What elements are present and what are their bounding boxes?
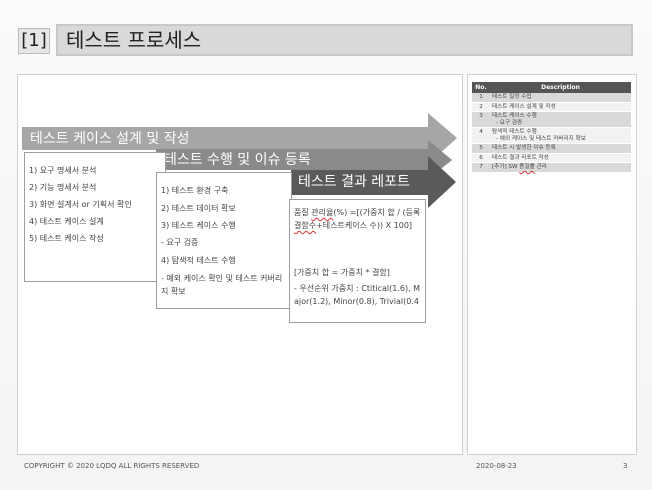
table-row: 3 테스트 케이스 수행 - 요구 검증 — [472, 111, 631, 128]
quality-formula: 품질 관리율(%) =[(가중치 합 / (등록 결함수+테스트케이스 수)) … — [294, 208, 421, 230]
table-header-row: No. Description — [472, 82, 631, 93]
list-item: 2) 기능 명세서 분석 — [29, 183, 97, 192]
list-item: - 요구 검증 — [161, 238, 199, 247]
execution-steps-box: 1) 테스트 환경 구축 2) 테스트 데이터 확보 3) 테스트 케이스 수행… — [156, 172, 292, 309]
table-row: 2 테스트 케이스 설계 및 작성 — [472, 102, 631, 112]
list-item: 2) 테스트 데이터 확보 — [161, 204, 236, 213]
page-number: 3 — [623, 462, 628, 470]
list-item: 3) 테스트 케이스 수행 — [161, 221, 236, 230]
table-row: 1 테스트 일정 수립 — [472, 93, 631, 103]
weight-formula: [가중치 합 = 가중치 * 결함] — [294, 268, 390, 277]
description-table: No. Description 1 테스트 일정 수립 2 테스트 케이스 설계… — [472, 82, 631, 173]
list-item: 4) 테스트 케이스 설계 — [29, 217, 104, 226]
arrow-2-label: 테스트 수행 및 이슈 등록 — [164, 152, 311, 168]
list-item: 3) 화면 설계서 or 기획서 확인 — [29, 200, 132, 209]
column-header-description: Description — [490, 82, 631, 93]
design-steps-box: 1) 요구 명세서 분석 2) 기능 명세서 분석 3) 화면 설계서 or 기… — [24, 152, 166, 282]
report-formula-box: 품질 관리율(%) =[(가중치 합 / (등록 결함수+테스트케이스 수)) … — [289, 199, 426, 323]
arrow-3-label: 테스트 결과 레포트 — [298, 174, 410, 190]
priority-weights: - 우선순위 가중치 : Ctitical(1.6), Major(1.2), … — [294, 284, 421, 306]
table-row: 7 [추가] SW 품질률 관리 — [472, 162, 631, 173]
list-item: - 예외 케이스 확인 및 테스트 커버리지 확보 — [161, 274, 283, 296]
column-header-no: No. — [472, 82, 490, 93]
arrow-1-label: 테스트 케이스 설계 및 작성 — [30, 131, 190, 147]
footer-date: 2020-08-23 — [476, 462, 517, 470]
table-row: 4 탐색적 테스트 수행 - 예외 케이스 및 테스트 커버리지 확보 — [472, 127, 631, 144]
list-item: 1) 테스트 환경 구축 — [161, 186, 229, 195]
table-row: 5 테스트 시 발생한 이슈 등록 — [472, 143, 631, 154]
list-item: 5) 테스트 케이스 작성 — [29, 234, 104, 243]
list-item: 1) 요구 명세서 분석 — [29, 166, 97, 175]
table-row: 6 테스트 결과 리포트 작성 — [472, 153, 631, 163]
copyright-text: COPYRIGHT © 2020 LQDQ ALL RIGHTS RESERVE… — [24, 462, 200, 470]
list-item: 4) 탐색적 테스트 수행 — [161, 256, 236, 265]
